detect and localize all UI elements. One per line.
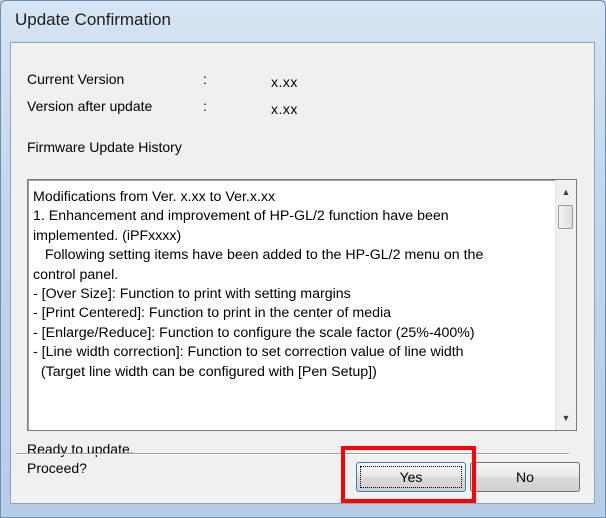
scroll-up-arrow-icon[interactable]: ▲: [556, 182, 576, 202]
history-scrollbar[interactable]: ▲ ▼: [555, 180, 576, 430]
title-bar: Update Confirmation: [1, 1, 605, 39]
current-version-value: x.xx: [271, 74, 298, 90]
history-line: Following setting items have been added …: [33, 247, 484, 264]
version-after-update-value: x.xx: [271, 101, 298, 117]
no-button[interactable]: No: [470, 462, 580, 492]
history-line: control panel.: [33, 266, 119, 283]
current-version-label: Current Version: [27, 71, 125, 87]
history-line: 1. Enhancement and improvement of HP-GL/…: [33, 208, 449, 225]
scroll-down-arrow-icon[interactable]: ▼: [556, 408, 576, 428]
history-line: - [Enlarge/Reduce]: Function to configur…: [33, 324, 475, 341]
firmware-history-textarea[interactable]: Modifications from Ver. x.xx to Ver.x.xx…: [27, 179, 577, 431]
update-confirmation-dialog: Update Confirmation Current Version : x.…: [0, 0, 606, 518]
history-line: Modifications from Ver. x.xx to Ver.x.xx: [33, 189, 276, 205]
history-line: (Target line width can be configured wit…: [33, 363, 377, 380]
history-text: Modifications from Ver. x.xx to Ver.x.xx…: [33, 188, 553, 382]
dialog-title: Update Confirmation: [15, 10, 171, 29]
version-after-update-separator: :: [203, 98, 207, 114]
history-line: - [Line width correction]: Function to s…: [33, 344, 464, 361]
history-line: - [Print Centered]: Function to print in…: [33, 305, 392, 322]
current-version-separator: :: [203, 71, 207, 87]
scroll-thumb[interactable]: [558, 205, 573, 229]
firmware-history-heading: Firmware Update History: [27, 139, 182, 155]
highlight-box: [341, 446, 476, 503]
no-button-label: No: [516, 469, 534, 485]
history-line: implemented. (iPFxxxx): [33, 227, 182, 244]
proceed-question-text: Proceed?: [27, 460, 87, 476]
history-line: - [Over Size]: Function to print with se…: [33, 286, 351, 303]
dialog-body: Current Version : x.xx Version after upd…: [10, 42, 595, 504]
version-after-update-label: Version after update: [27, 98, 153, 114]
button-separator: [16, 453, 569, 455]
